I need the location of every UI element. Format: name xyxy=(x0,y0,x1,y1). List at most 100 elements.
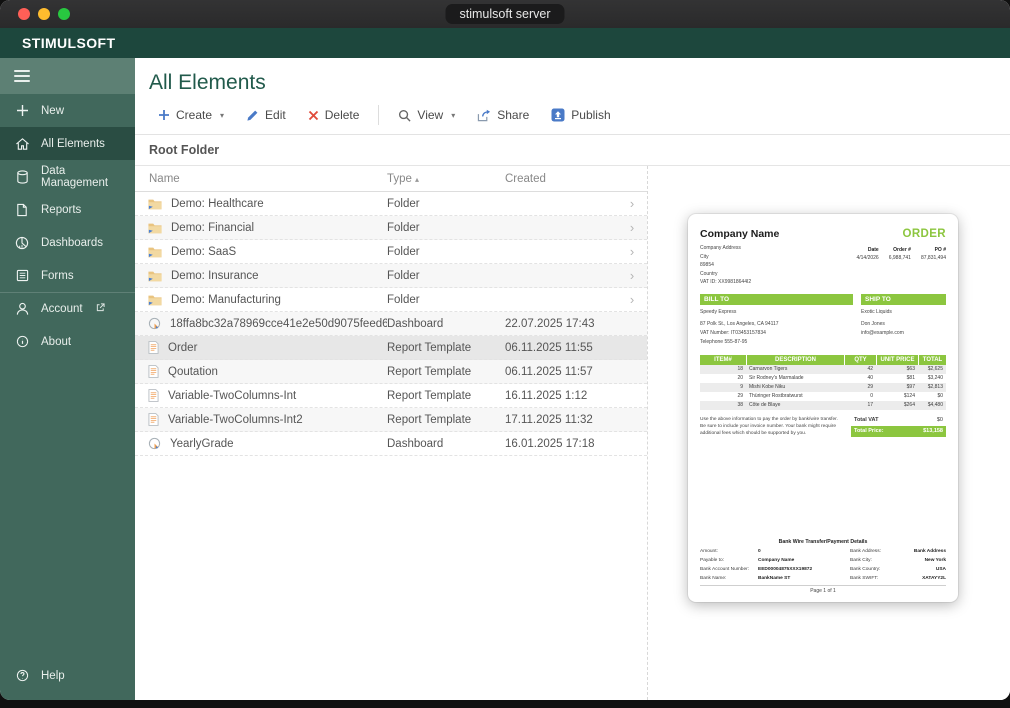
sidebar-item-new[interactable]: New xyxy=(0,94,135,127)
invoice-company-name: Company Name xyxy=(700,228,780,240)
edit-button[interactable]: Edit xyxy=(237,105,295,125)
table-row[interactable]: Demo: Manufacturing Folder › xyxy=(135,288,647,312)
table-row[interactable]: Variable-TwoColumns-Int2 Report Template… xyxy=(135,408,647,432)
external-link-icon xyxy=(96,303,105,315)
question-icon xyxy=(14,668,30,684)
share-icon xyxy=(478,109,491,121)
sidebar: New All Elements Data Management Reports xyxy=(0,58,135,700)
invoice-doc-type: ORDER xyxy=(902,228,946,240)
x-icon xyxy=(308,110,318,120)
document-preview: Company Name ORDER Company Address City … xyxy=(688,214,958,602)
report-icon xyxy=(14,202,30,218)
sidebar-item-label: Dashboards xyxy=(41,236,104,249)
dashboard-file-icon xyxy=(148,437,161,450)
sidebar-item-help[interactable]: Help xyxy=(0,659,135,692)
folder-icon xyxy=(148,223,162,233)
sidebar-item-forms[interactable]: Forms xyxy=(0,259,135,292)
invoice-items-header: ITEM# DESCRIPTION QTY UNIT PRICE TOTAL xyxy=(700,354,946,365)
chevron-down-icon: ▾ xyxy=(220,110,225,120)
invoice-company-address: Company Address City 89854 Country VAT I… xyxy=(700,245,752,285)
breadcrumb: Root Folder xyxy=(135,135,1010,166)
close-window-button[interactable] xyxy=(18,8,30,20)
sidebar-item-reports[interactable]: Reports xyxy=(0,193,135,226)
sidebar-item-about[interactable]: About xyxy=(0,325,135,358)
table-row-selected[interactable]: Order Report Template 06.11.2025 11:55 xyxy=(135,336,647,360)
table-row[interactable]: Demo: Insurance Folder › xyxy=(135,264,647,288)
titlebar: stimulsoft server xyxy=(0,0,1010,28)
magnifier-icon xyxy=(399,109,411,122)
sidebar-item-all-elements[interactable]: All Elements xyxy=(0,127,135,160)
create-button[interactable]: Create ▾ xyxy=(149,105,233,125)
ship-to-header: SHIP TO xyxy=(861,293,946,305)
page-title: All Elements xyxy=(149,71,266,94)
table-row[interactable]: 18ffa8bc32a78969cce41e2e50d9075feed6dd98… xyxy=(135,312,647,336)
invoice-items-table: ITEM# DESCRIPTION QTY UNIT PRICE TOTAL 1… xyxy=(700,354,946,410)
sidebar-item-data-management[interactable]: Data Management xyxy=(0,160,135,193)
report-file-icon xyxy=(148,413,159,426)
sidebar-item-label: New xyxy=(41,104,65,117)
traffic-lights xyxy=(18,8,70,20)
sidebar-item-account[interactable]: Account xyxy=(0,292,135,325)
plus-icon xyxy=(14,103,30,119)
column-header-type[interactable]: Type ▴ xyxy=(387,173,505,185)
invoice-total-price-bar: Total Price: $13,158 xyxy=(851,425,946,437)
sidebar-item-label: Account xyxy=(41,303,83,315)
invoice-item-row: 29 Thüringer Rostbratwurst 0 $124 $0 xyxy=(737,393,943,399)
delete-button[interactable]: Delete xyxy=(299,105,369,125)
view-button[interactable]: View ▾ xyxy=(389,105,464,125)
window-title: stimulsoft server xyxy=(445,4,565,24)
ship-to-details: Exotic Liquids Don Jones info@example.co… xyxy=(861,308,904,336)
invoice-item-row: 38 Côte de Blaye 17 $264 $4,480 xyxy=(700,400,946,410)
bank-details: Amount: 0 Bank Address: Bank Address Payab… xyxy=(700,547,946,586)
sidebar-item-label: All Elements xyxy=(41,137,105,150)
share-button[interactable]: Share xyxy=(468,105,538,125)
publish-button[interactable]: Publish xyxy=(542,105,619,125)
app-window: stimulsoft server STIMULSOFT New All Ele… xyxy=(0,0,1010,700)
sidebar-item-label: About xyxy=(41,335,72,348)
dashboard-icon xyxy=(14,235,30,251)
invoice-item-row: 20 Sir Rodney's Marmalade 40 $81 $3,240 xyxy=(737,375,943,381)
folder-icon xyxy=(148,247,162,257)
zoom-window-button[interactable] xyxy=(58,8,70,20)
table-header: Name Type ▴ Created xyxy=(135,166,647,192)
sidebar-item-label: Forms xyxy=(41,269,74,282)
invoice-totals: Total VAT $0 Total Price: $13,158 xyxy=(851,416,946,438)
chevron-right-icon: › xyxy=(629,244,635,259)
preview-pane: Company Name ORDER Company Address City … xyxy=(648,166,1010,700)
bill-to-header: BILL TO xyxy=(700,293,853,305)
folder-icon xyxy=(148,199,162,209)
toolbar-separator xyxy=(378,105,380,125)
bank-details-title: Bank Wire Transfer/Payment Details xyxy=(778,538,868,545)
table-row[interactable]: Demo: Healthcare Folder › xyxy=(135,192,647,216)
report-file-icon xyxy=(148,389,159,402)
table-row[interactable]: Qoutation Report Template 06.11.2025 11:… xyxy=(135,360,647,384)
toolbar: Create ▾ Edit Delete View ▾ Share Publis… xyxy=(135,101,1010,135)
sidebar-item-dashboards[interactable]: Dashboards xyxy=(0,226,135,259)
bill-to-details: Speedy Express 87 Polk St., Los Angeles,… xyxy=(700,308,779,345)
report-file-icon xyxy=(148,341,159,354)
form-icon xyxy=(14,268,30,284)
table-row[interactable]: Variable-TwoColumns-Int Report Template … xyxy=(135,384,647,408)
chevron-right-icon: › xyxy=(629,196,635,211)
chevron-right-icon: › xyxy=(629,292,635,307)
brand-header: STIMULSOFT xyxy=(0,28,1010,58)
folder-icon xyxy=(148,295,162,305)
folder-icon xyxy=(148,271,162,281)
invoice-item-row: 18 Carnarvon Tigers 42 $63 $2,625 xyxy=(700,364,946,374)
database-icon xyxy=(14,169,30,185)
table-row[interactable]: Demo: SaaS Folder › xyxy=(135,240,647,264)
minimize-window-button[interactable] xyxy=(38,8,50,20)
chevron-right-icon: › xyxy=(629,268,635,283)
sort-asc-icon: ▴ xyxy=(414,174,419,184)
column-header-created[interactable]: Created xyxy=(505,173,617,185)
hamburger-icon[interactable] xyxy=(14,67,30,85)
report-file-icon xyxy=(148,365,159,378)
sidebar-item-label: Data Management xyxy=(41,164,109,189)
sidebar-item-label: Help xyxy=(41,669,65,682)
chevron-down-icon: ▾ xyxy=(451,110,456,120)
column-header-name[interactable]: Name xyxy=(135,173,387,185)
dashboard-file-icon xyxy=(148,317,161,330)
table-row[interactable]: Demo: Financial Folder › xyxy=(135,216,647,240)
table-row[interactable]: YearlyGrade Dashboard 16.01.2025 17:18 xyxy=(135,432,647,456)
home-icon xyxy=(14,136,30,152)
